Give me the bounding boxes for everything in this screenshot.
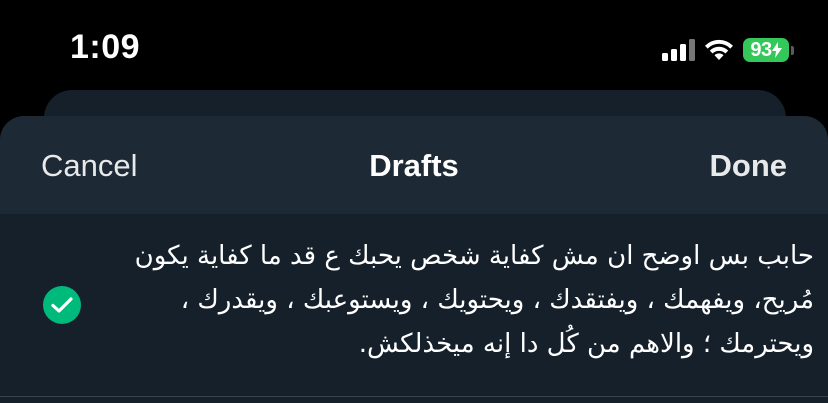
- wifi-icon: [705, 39, 733, 60]
- battery-charging-icon: 93: [743, 38, 794, 62]
- divider: [0, 396, 828, 397]
- cancel-button[interactable]: Cancel: [41, 148, 138, 184]
- sheet-header: Cancel Drafts Done: [0, 116, 828, 214]
- battery-level: 93: [743, 38, 789, 62]
- battery-cap: [791, 45, 794, 55]
- check-glyph-icon: [51, 297, 73, 313]
- lightning-icon: [771, 42, 782, 58]
- drafts-sheet: Cancel Drafts Done حابب بس اوضح ان مش كف…: [0, 116, 828, 403]
- status-time: 1:09: [70, 28, 141, 66]
- screen: 1:09 93 Cancel Drafts Done حابب بس اوضح …: [0, 0, 828, 403]
- status-icons: 93: [662, 36, 794, 64]
- status-bar: 1:09 93: [0, 0, 828, 100]
- battery-level-text: 93: [750, 38, 772, 61]
- checkmark-selected-icon[interactable]: [43, 286, 81, 324]
- draft-text: حابب بس اوضح ان مش كفاية شخص يحبك ع قد م…: [134, 241, 814, 359]
- draft-item[interactable]: حابب بس اوضح ان مش كفاية شخص يحبك ع قد م…: [0, 214, 828, 384]
- cellular-signal-icon: [662, 39, 695, 61]
- done-button[interactable]: Done: [710, 148, 788, 184]
